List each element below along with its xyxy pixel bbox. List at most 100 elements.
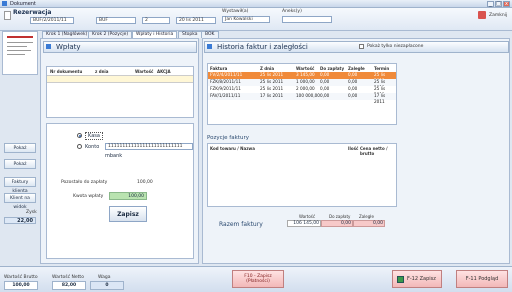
radio-cash[interactable] [77, 133, 82, 138]
client-invoices-button[interactable]: Faktury klienta [4, 177, 36, 194]
invoice-row[interactable]: FAV/1/2011/11 17 lis 2011 100 000,00 0,00 0,… [208, 93, 396, 104]
brutto-label: Wartość Brutto [4, 275, 38, 280]
f11-preview-button[interactable]: F-11 Podgląd [456, 270, 508, 288]
total-value: 106 145,00 [287, 220, 321, 227]
account-bank-name: mbank [105, 153, 123, 159]
show-button-2[interactable]: Pokaż [4, 159, 36, 169]
invoice-cell-overdue: 0,00 [348, 79, 358, 84]
col-doc-number: Nr dokumentu [50, 69, 83, 74]
invoice-cell-inv: FZK/9/2011/11 [210, 86, 241, 91]
payments-panel: Wpłaty Nr dokumentu z dnia Wartość AKCJA… [40, 38, 199, 264]
payments-empty-row [47, 75, 193, 83]
tab-step2[interactable]: Krok 2 (Pozycje) [88, 31, 133, 38]
document-header: Rezerwacja BUF/2/2011/11 BUF 2 20 lis 20… [0, 8, 512, 31]
f12-save-button[interactable]: F-12 Zapisz [392, 270, 442, 288]
invoice-cell-term: 17 lis 2011 [374, 93, 386, 104]
history-icon [207, 44, 212, 49]
invoice-cell-inv: FV/2/4/2011/11 [210, 72, 243, 77]
minimize-button[interactable]: _ [487, 1, 494, 7]
footer-bar: Wartość Brutto 100,00 Wartość Netto 82,0… [0, 266, 512, 292]
col-invoice-date: Z dnia [260, 66, 275, 71]
col-overdue: Zaległe [348, 66, 365, 71]
window-title: Dokument [10, 1, 36, 7]
invoice-cell-due: 0,00 [320, 72, 330, 77]
issuer-select[interactable]: Jan Kowalski [222, 16, 270, 23]
close-doc-icon[interactable] [478, 11, 486, 19]
client-view-button[interactable]: Klient na widok [4, 193, 36, 210]
history-panel: Historia faktur i zaległości Pokaż tylko… [202, 38, 510, 264]
series-select[interactable]: BUF [96, 17, 136, 24]
total-col-value: Wartość [299, 214, 316, 219]
unpaid-only-checkbox[interactable] [359, 44, 364, 49]
invoice-cell-due: 0,00 [320, 79, 330, 84]
total-label: Razem faktury [219, 221, 263, 228]
invoice-cell-inv: FZK/8/2011/11 [210, 79, 241, 84]
history-title: Historia faktur i zaległości [204, 41, 509, 53]
doc-number-field[interactable]: BUF/2/2011/11 [30, 17, 74, 24]
invoice-cell-date: 25 lis 2011 [260, 72, 284, 77]
invoice-cell-overdue: 0,00 [348, 86, 358, 91]
netto-value: 82,00 [52, 281, 86, 290]
col-invoice: Faktura [210, 66, 228, 71]
app-icon [2, 1, 7, 6]
profit-label: Zysk [26, 210, 37, 215]
document-thumbnail [2, 31, 38, 75]
col-action: AKCJA [157, 69, 171, 74]
window-titlebar: Dokument _ □ x [0, 0, 512, 8]
radio-cash-label[interactable]: Kasa [85, 132, 103, 140]
invoice-cell-date: 25 lis 2011 [260, 86, 284, 91]
radio-bank[interactable] [77, 144, 82, 149]
netto-label: Wartość Netto [52, 275, 84, 280]
invoice-cell-overdue: 0,00 [348, 72, 358, 77]
amount-label: Kwota wpłaty [73, 194, 104, 199]
invoice-cell-overdue: 0,00 [348, 93, 358, 98]
profit-value: 22,00 [4, 217, 36, 224]
annex-select[interactable] [282, 16, 332, 23]
close-window-button[interactable]: x [503, 1, 510, 7]
invoice-cell-inv: FAV/1/2011/11 [210, 93, 241, 98]
payment-form: Kasa Konto 11111111111111111111111111 mb… [46, 123, 194, 259]
invoice-cell-date: 17 lis 2011 [260, 93, 284, 98]
weight-value: 0 [90, 281, 124, 290]
invoice-row[interactable]: FZK/8/2011/11 25 lis 2011 1 000,00 0,00 0,00… [208, 79, 396, 90]
invoice-cell-value: 3 145,00 [296, 72, 315, 77]
save-payment-button[interactable]: Zapisz [109, 206, 147, 222]
tab-footer[interactable]: Stopka [178, 31, 202, 38]
weight-label: Waga [98, 275, 111, 280]
invoice-row[interactable]: FZK/9/2011/11 25 lis 2011 2 000,00 0,00 0,00… [208, 86, 396, 97]
document-icon [4, 11, 11, 20]
total-to-pay: 0,00 [321, 220, 353, 227]
total-col-overdue: Zaległe [359, 214, 374, 219]
maximize-button[interactable]: □ [495, 1, 502, 7]
number-stepper[interactable]: 2 [142, 17, 170, 24]
items-title: Pozycje faktury [207, 135, 249, 141]
payments-table: Nr dokumentu z dnia Wartość AKCJA [46, 66, 194, 118]
invoice-cell-value: 2 000,00 [296, 86, 315, 91]
col-value: Wartość [135, 69, 154, 74]
invoice-row[interactable]: FV/2/4/2011/11 25 lis 2011 3 145,00 0,00 0,0… [208, 72, 396, 83]
amount-input[interactable]: 100,00 [109, 192, 147, 200]
f10-save-payments-button[interactable]: F10 - Zapisz (Płatności) [232, 270, 284, 288]
show-button-1[interactable]: Pokaż [4, 143, 36, 153]
col-item-price: Cena netto / brutto [360, 146, 388, 156]
remaining-value: 100,00 [137, 180, 153, 185]
brutto-value: 100,00 [4, 281, 38, 290]
annex-label: Aneks(y) [282, 9, 302, 14]
radio-bank-label[interactable]: Konto [85, 144, 99, 150]
remaining-label: Pozostało do zapłaty [61, 180, 108, 185]
tab-payments-history[interactable]: Wpłaty i Historia [132, 31, 178, 38]
payments-icon [46, 44, 51, 49]
invoice-cell-due: 0,00 [320, 86, 330, 91]
save-icon [397, 276, 404, 283]
invoice-cell-value: 100 000,00 [296, 93, 320, 98]
col-term: Termin [374, 66, 390, 71]
date-picker[interactable]: 20 lis 2011 [176, 17, 216, 24]
issuer-label: Wystawił(a) [222, 9, 249, 14]
col-item-name: Kod towaru / Nazwa [210, 146, 255, 151]
header-title: Rezerwacja [13, 9, 52, 16]
close-doc-label[interactable]: Zamknij [489, 13, 507, 18]
unpaid-only-label[interactable]: Pokaż tylko niezapłacone [367, 44, 423, 49]
tab-bok[interactable]: BOK [201, 31, 219, 38]
account-select[interactable]: 11111111111111111111111111 [105, 143, 193, 150]
tab-step1[interactable]: Krok 1 (Nagłówek) [42, 31, 92, 38]
